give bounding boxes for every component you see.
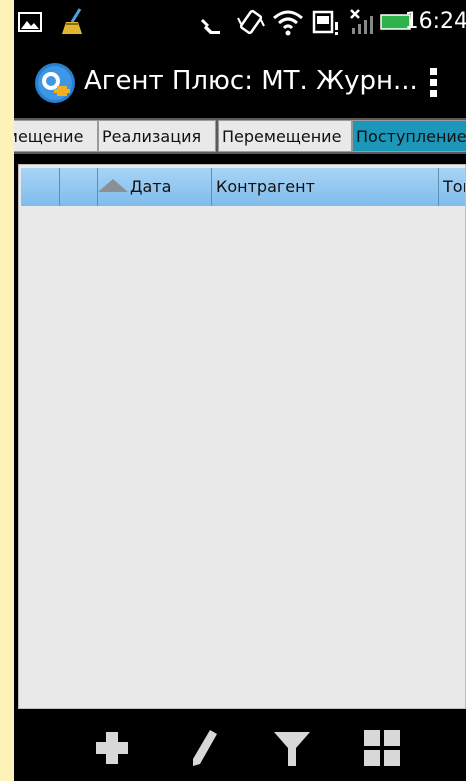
tab-peremeshchenie-1[interactable]: Перемещение (14, 120, 98, 152)
vibrate-icon (237, 9, 265, 35)
tab-realizatsiya[interactable]: Реализация (98, 120, 216, 152)
column-header-blank-1[interactable] (21, 168, 60, 206)
overflow-menu-icon[interactable] (430, 68, 440, 100)
grid-header: Дата Контрагент Товары (21, 168, 465, 206)
sort-ascending-icon (98, 179, 128, 192)
filter-icon[interactable] (272, 728, 312, 768)
column-header-contractor[interactable]: Контрагент (212, 168, 439, 206)
tab-bar: Перемещение Реализация Перемещение Посту… (14, 118, 466, 154)
app-title: Агент Плюс: МТ. Журн... (84, 66, 418, 96)
missed-call-icon (200, 18, 220, 34)
add-icon[interactable] (92, 728, 132, 768)
status-bar: 16:24 (14, 0, 466, 44)
tab-postuplenie[interactable]: Поступление (352, 120, 466, 152)
broom-icon (62, 8, 82, 34)
column-header-blank-2[interactable] (60, 168, 98, 206)
status-time: 16:24 (404, 9, 466, 34)
bottom-toolbar (14, 710, 466, 781)
grid-view-icon[interactable] (362, 728, 402, 768)
app-logo-icon[interactable] (34, 62, 76, 104)
sd-card-icon (312, 10, 338, 35)
edit-icon[interactable] (184, 728, 224, 768)
column-header-goods[interactable]: Товары (439, 168, 465, 206)
tab-peremeshchenie-2[interactable]: Перемещение (218, 120, 352, 152)
column-header-date[interactable]: Дата (98, 168, 212, 206)
wifi-icon (273, 10, 303, 36)
no-signal-icon (350, 9, 373, 34)
picture-icon (18, 12, 42, 32)
documents-grid[interactable]: Дата Контрагент Товары (18, 164, 466, 709)
phone-screen: 16:24 Агент Плюс: МТ. Журн... Перемещени… (14, 0, 466, 781)
action-bar: Агент Плюс: МТ. Журн... (14, 44, 466, 116)
